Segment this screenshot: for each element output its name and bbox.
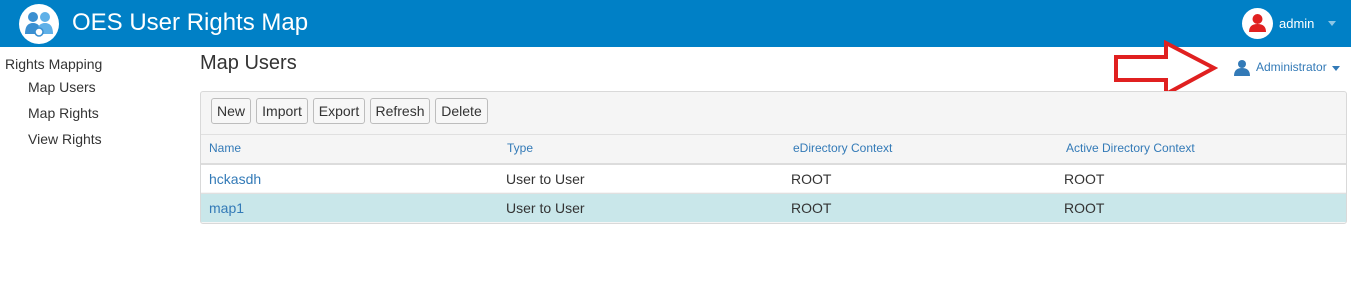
cell-active-directory-context: ROOT: [1064, 200, 1105, 216]
cell-type: User to User: [506, 171, 585, 187]
user-icon: [1234, 60, 1250, 76]
sidebar-heading: Rights Mapping: [5, 56, 103, 72]
sidebar-item-map-rights[interactable]: Map Rights: [28, 105, 99, 121]
export-button[interactable]: Export: [313, 98, 365, 124]
column-header-edirectory-context[interactable]: eDirectory Context: [793, 141, 892, 155]
user-menu-label[interactable]: admin: [1279, 16, 1314, 31]
sidebar-item-map-users[interactable]: Map Users: [28, 79, 96, 95]
user-avatar-icon[interactable]: [1242, 8, 1273, 39]
chevron-down-icon: [1332, 66, 1340, 71]
cell-edirectory-context: ROOT: [791, 200, 832, 216]
cell-type: User to User: [506, 200, 585, 216]
delete-button[interactable]: Delete: [435, 98, 488, 124]
app-title: OES User Rights Map: [72, 9, 309, 36]
sidebar-item-view-rights[interactable]: View Rights: [28, 131, 102, 147]
column-header-active-directory-context[interactable]: Active Directory Context: [1066, 141, 1195, 155]
column-header-name[interactable]: Name: [209, 141, 241, 155]
cell-name[interactable]: hckasdh: [209, 171, 261, 187]
column-header-type[interactable]: Type: [507, 141, 533, 155]
cell-edirectory-context: ROOT: [791, 171, 832, 187]
refresh-button[interactable]: Refresh: [370, 98, 430, 124]
import-button[interactable]: Import: [256, 98, 308, 124]
page-title: Map Users: [200, 52, 297, 74]
role-label: Administrator: [1256, 60, 1327, 74]
table-header-row: Name Type eDirectory Context Active Dire…: [201, 134, 1346, 162]
app-logo-icon: [19, 4, 59, 44]
map-users-panel: New Import Export Refresh Delete Name Ty…: [200, 91, 1347, 224]
chevron-down-icon[interactable]: [1328, 21, 1336, 26]
cell-name[interactable]: map1: [209, 200, 244, 216]
table-row[interactable]: map1 User to User ROOT ROOT: [201, 193, 1346, 222]
cell-active-directory-context: ROOT: [1064, 171, 1105, 187]
new-button[interactable]: New: [211, 98, 251, 124]
table-row[interactable]: hckasdh User to User ROOT ROOT: [201, 163, 1346, 192]
